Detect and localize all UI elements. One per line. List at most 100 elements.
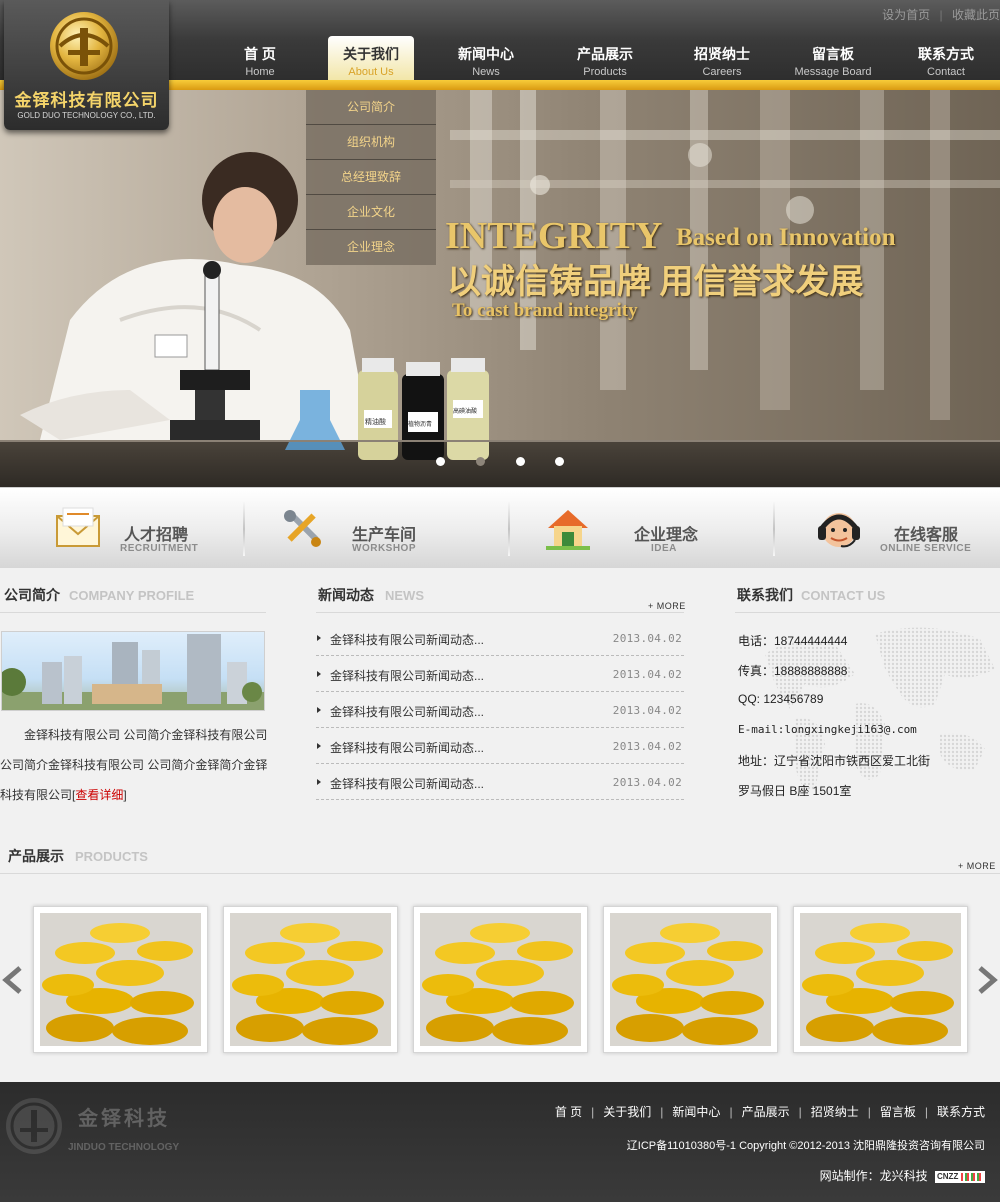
nav-message-board[interactable]: 留言板 Message Board xyxy=(788,36,878,80)
nav-contact[interactable]: 联系方式 Contact xyxy=(901,36,991,80)
set-homepage-link[interactable]: 设为首页 xyxy=(882,8,930,22)
nav-contact-sub: Contact xyxy=(927,66,965,78)
news-more-link[interactable]: + MORE xyxy=(648,601,686,611)
nav-about-label: 关于我们 xyxy=(343,46,399,62)
footer-nav: 首 页 | 关于我们 | 新闻中心 | 产品展示 | 招贤纳士 | 留言板 | 联系方式 xyxy=(555,1103,985,1120)
feature-online-service[interactable]: 在线客服 ONLINE SERVICE xyxy=(775,488,1000,569)
slogan-innovation: Based on Innovation xyxy=(676,224,896,251)
news-item-date: 2013.04.02 xyxy=(612,632,682,645)
chevron-left-icon[interactable] xyxy=(0,966,24,994)
tools-icon xyxy=(284,510,321,547)
footer-credit-text[interactable]: 网站制作：龙兴科技 xyxy=(820,1169,928,1183)
product-card[interactable] xyxy=(793,906,968,1053)
top-links: 设为首页 | 收藏此页 xyxy=(882,6,1000,23)
company-logo[interactable]: 金铎科技有限公司 GOLD DUO TECHNOLOGY CO., LTD. xyxy=(4,0,169,130)
feature-workshop-sub: WORKSHOP xyxy=(352,543,416,554)
nav-message-board-sub: Message Board xyxy=(794,66,872,78)
footer-nav-news[interactable]: 新闻中心 xyxy=(672,1105,720,1119)
envelope-icon xyxy=(56,507,100,547)
footer-nav-contact[interactable]: 联系方式 xyxy=(937,1105,985,1119)
slogan-brand: To cast brand integrity xyxy=(452,300,638,321)
bottle-label-3: 高碘油酸 xyxy=(453,409,478,415)
dropdown-gm-speech[interactable]: 总经理致辞 xyxy=(306,160,436,195)
products-more-link[interactable]: + MORE xyxy=(958,861,996,871)
company-building-image xyxy=(1,631,265,711)
news-item-date: 2013.04.02 xyxy=(612,668,682,681)
nav-news[interactable]: 新闻中心 News xyxy=(431,36,541,80)
feature-recruitment-title: 人才招聘 xyxy=(124,527,189,544)
products-subtitle: PRODUCTS xyxy=(75,849,148,864)
product-card[interactable] xyxy=(603,906,778,1053)
bottle-label-1: 精油酸 xyxy=(365,419,386,426)
footer-copyright: 辽ICP备11010380号-1 Copyright ©2012-2013 沈阳… xyxy=(626,1140,985,1152)
footer-logo-name-en: JINDUO TECHNOLOGY xyxy=(68,1142,180,1153)
bullet-icon xyxy=(317,671,321,677)
carousel-dot-4[interactable] xyxy=(555,457,564,466)
chevron-right-icon[interactable] xyxy=(976,966,1000,994)
feature-online-service-title: 在线客服 xyxy=(894,527,959,544)
footer-nav-products[interactable]: 产品展示 xyxy=(742,1105,790,1119)
feature-idea[interactable]: 企业理念 IDEA xyxy=(510,488,773,569)
nav-products[interactable]: 产品展示 Products xyxy=(550,36,660,80)
feature-recruitment[interactable]: 人才招聘 RECRUITMENT xyxy=(0,488,243,569)
news-item-title: 金铎科技有限公司新闻动态... xyxy=(330,633,485,647)
nav-about[interactable]: 关于我们 About Us xyxy=(328,36,414,80)
feature-workshop-title: 生产车间 xyxy=(352,527,417,544)
news-title: 新闻动态 xyxy=(318,587,374,603)
carousel-dot-1[interactable] xyxy=(436,457,445,466)
nav-careers[interactable]: 招贤纳士 Careers xyxy=(667,36,777,80)
contact-address-line-1: 地址：辽宁省沈阳市铁西区爱工北街 xyxy=(738,754,931,768)
news-item[interactable]: 金铎科技有限公司新闻动态... 2013.04.02 xyxy=(316,692,684,728)
dropdown-company-profile[interactable]: 公司简介 xyxy=(306,90,436,125)
footer-nav-home[interactable]: 首 页 xyxy=(555,1105,582,1119)
product-yellow-caps-image xyxy=(610,913,771,1046)
news-item[interactable]: 金铎科技有限公司新闻动态... 2013.04.02 xyxy=(316,764,684,800)
contact-address-line-2: 罗马假日 B座 1501室 xyxy=(738,784,852,798)
product-card[interactable] xyxy=(413,906,588,1053)
contact-title: 联系我们 xyxy=(737,587,793,603)
feature-recruitment-sub: RECRUITMENT xyxy=(120,543,199,554)
hero-banner: 精油酸 植物沥青 高碘油酸 INTEGRITY Based on Innovat… xyxy=(0,90,1000,487)
slogan-chinese: 以诚信铸品牌 用信誉求发展 xyxy=(447,264,864,301)
news-item-date: 2013.04.02 xyxy=(612,704,682,717)
carousel-dot-2[interactable] xyxy=(476,457,485,466)
footer-nav-careers[interactable]: 招贤纳士 xyxy=(811,1105,859,1119)
separator: | xyxy=(591,1105,595,1119)
footer-nav-message-board[interactable]: 留言板 xyxy=(880,1105,916,1119)
buildings-illustration xyxy=(2,634,264,710)
feature-strip: 人才招聘 RECRUITMENT 生产车间 WORKSHOP 企业理念 IDEA xyxy=(0,487,1000,568)
nav-news-label: 新闻中心 xyxy=(458,46,514,62)
profile-description-text: 金铎科技有限公司 公司简介金铎科技有限公司公司简介金铎科技有限公司 公司简介金铎… xyxy=(0,728,268,802)
carousel-dot-3[interactable] xyxy=(516,457,525,466)
house-icon xyxy=(546,510,590,550)
product-yellow-caps-image xyxy=(230,913,391,1046)
bookmark-link[interactable]: 收藏此页 xyxy=(952,8,1000,22)
cnzz-badge-label: CNZZ xyxy=(937,1171,959,1181)
nav-message-board-label: 留言板 xyxy=(812,46,854,62)
dropdown-philosophy[interactable]: 企业理念 xyxy=(306,230,436,265)
product-yellow-caps-image xyxy=(800,913,961,1046)
news-divider xyxy=(316,612,684,613)
news-item-date: 2013.04.02 xyxy=(612,776,682,789)
nav-careers-label: 招贤纳士 xyxy=(694,46,750,62)
news-item[interactable]: 金铎科技有限公司新闻动态... 2013.04.02 xyxy=(316,656,684,692)
dropdown-organization[interactable]: 组织机构 xyxy=(306,125,436,160)
cnzz-badge[interactable]: CNZZ xyxy=(935,1170,985,1183)
contact-subtitle: CONTACT US xyxy=(801,588,886,603)
products-title: 产品展示 xyxy=(8,848,64,864)
product-card[interactable] xyxy=(33,906,208,1053)
separator: | xyxy=(729,1105,733,1119)
footer-nav-about[interactable]: 关于我们 xyxy=(603,1105,651,1119)
separator: | xyxy=(924,1105,928,1119)
news-item-title: 金铎科技有限公司新闻动态... xyxy=(330,669,485,683)
nav-about-sub: About Us xyxy=(348,66,394,78)
bottle-label-2: 植物沥青 xyxy=(408,422,433,428)
news-item[interactable]: 金铎科技有限公司新闻动态... 2013.04.02 xyxy=(316,728,684,764)
feature-workshop[interactable]: 生产车间 WORKSHOP xyxy=(245,488,508,569)
news-item[interactable]: 金铎科技有限公司新闻动态... 2013.04.02 xyxy=(316,620,684,656)
nav-home[interactable]: 首 页 Home xyxy=(205,36,315,80)
read-more-link[interactable]: 查看详细 xyxy=(75,788,123,802)
dropdown-culture[interactable]: 企业文化 xyxy=(306,195,436,230)
product-card[interactable] xyxy=(223,906,398,1053)
contact-email[interactable]: E-mail:longxingkeji163@.com xyxy=(738,723,917,736)
